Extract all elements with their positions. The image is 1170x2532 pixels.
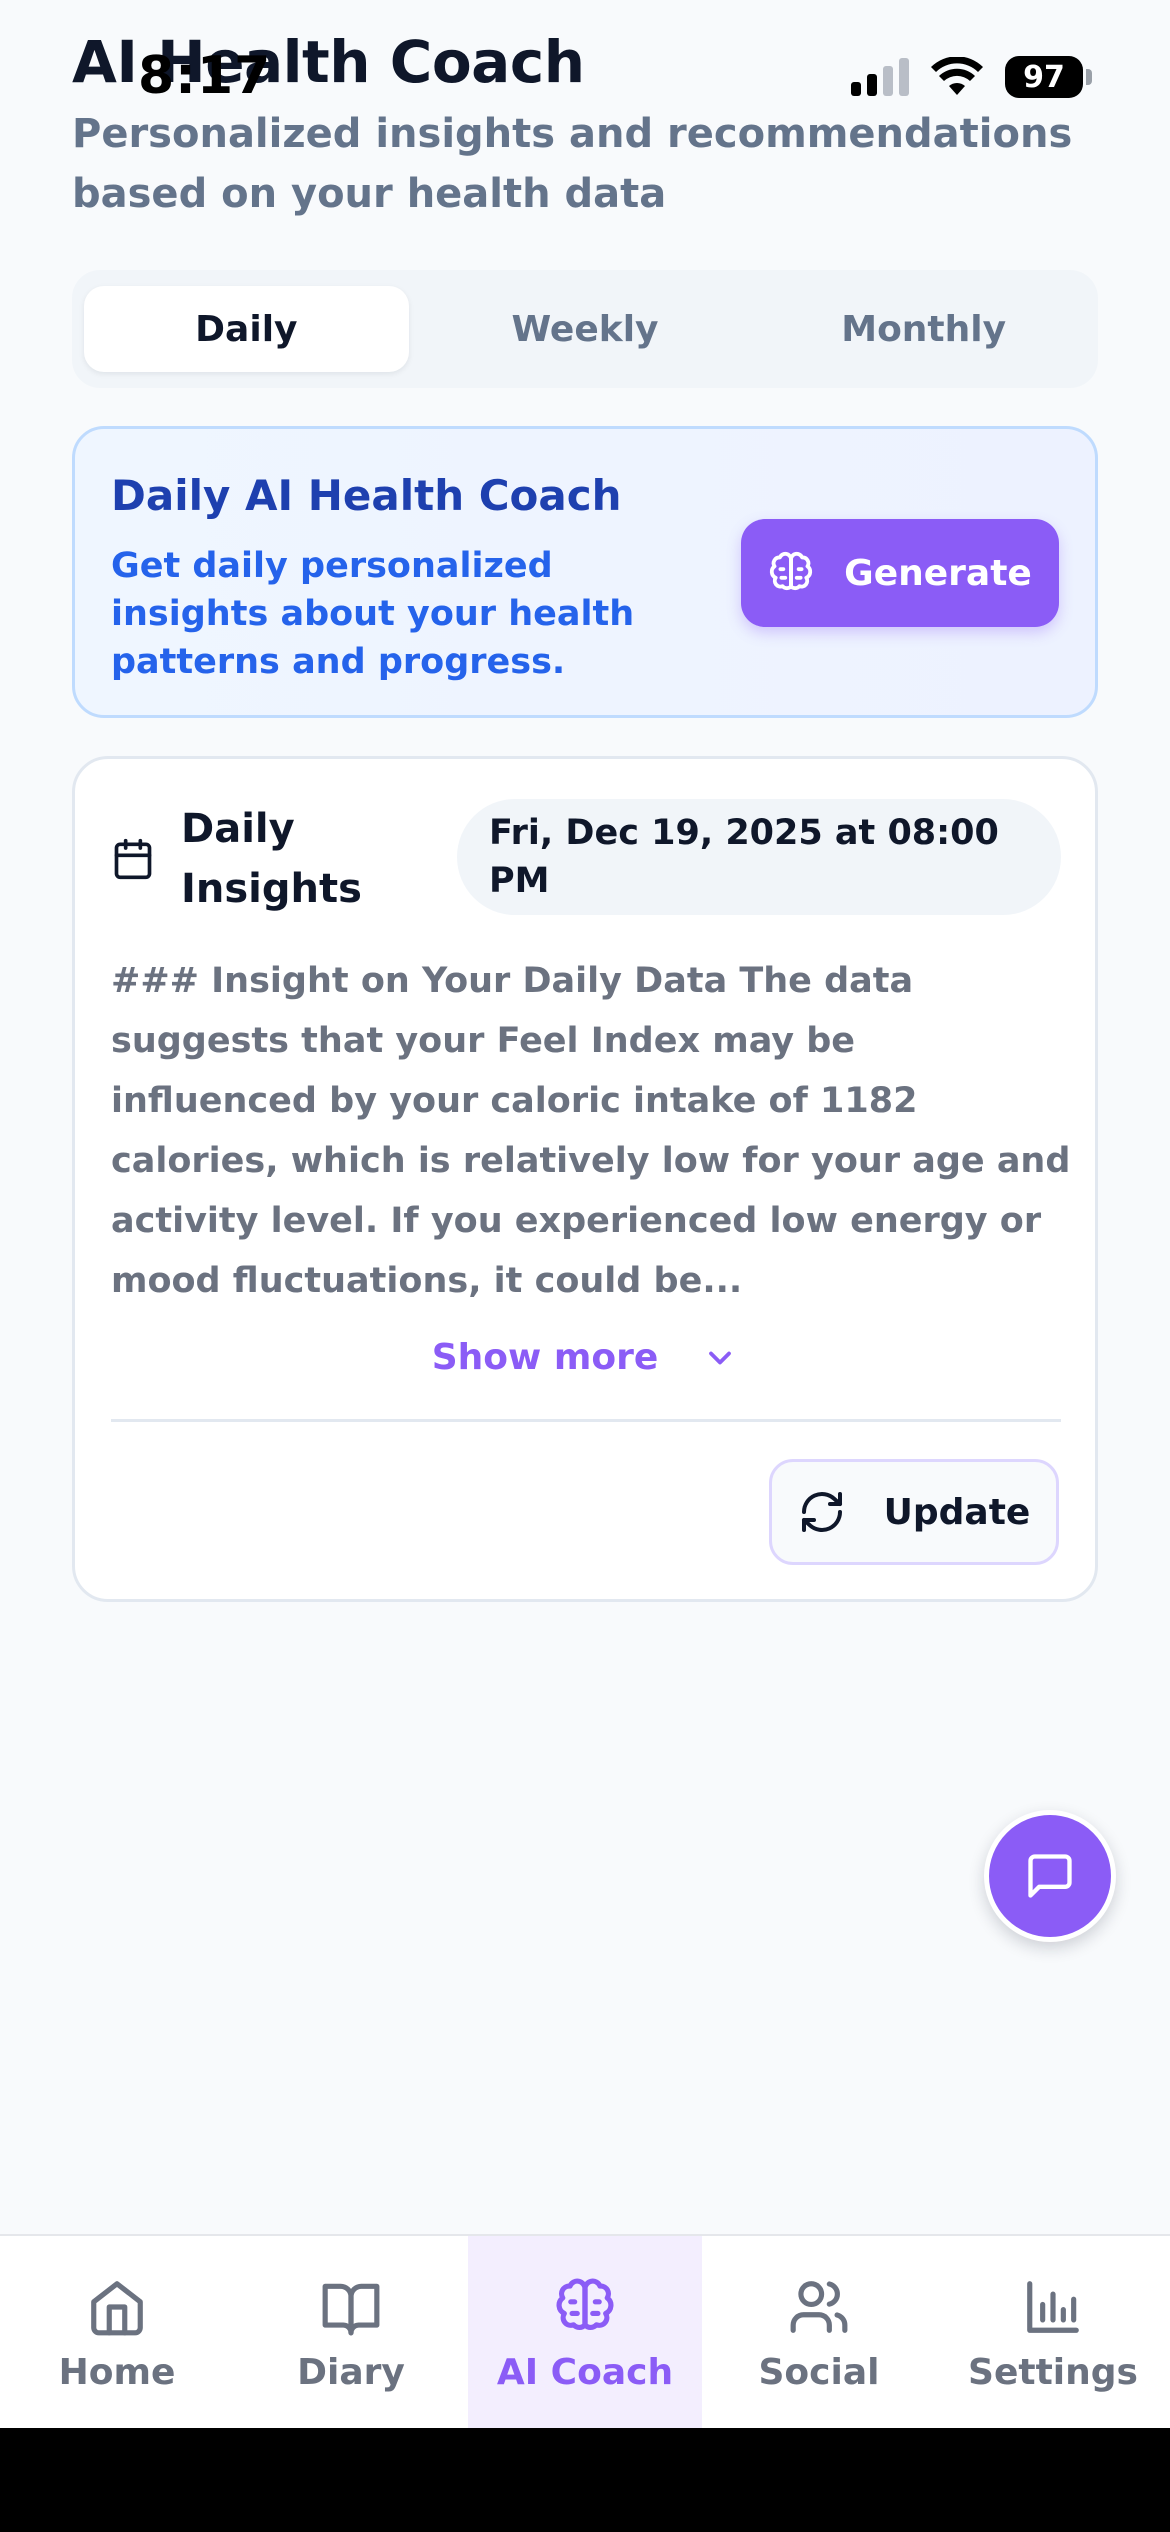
page-subtitle: Personalized insights and recommendation…	[72, 111, 1073, 217]
brain-icon	[770, 551, 813, 591]
nav-label-home: Home	[58, 2352, 176, 2393]
calendar-icon	[114, 838, 152, 880]
nav-item-diary[interactable]: Diary	[234, 2236, 468, 2430]
bar-chart-icon	[1027, 2281, 1079, 2333]
generate-button[interactable]: Generate	[741, 519, 1059, 627]
battery-level: 97	[1005, 56, 1083, 98]
brain-icon	[556, 2278, 614, 2331]
insights-date-badge: Fri, Dec 19, 2025 at 08:00 PM	[457, 799, 1061, 915]
cellular-signal-icon	[851, 58, 909, 96]
promo-text: Get daily personalized insights about yo…	[111, 546, 635, 682]
period-tabs: Daily Weekly Monthly	[72, 270, 1098, 388]
tab-monthly[interactable]: Monthly	[761, 286, 1086, 372]
nav-item-home[interactable]: Home	[0, 2236, 234, 2430]
nav-item-settings[interactable]: Settings	[936, 2236, 1170, 2430]
tab-weekly[interactable]: Weekly	[423, 286, 748, 372]
nav-item-ai-coach[interactable]: AI Coach	[468, 2236, 702, 2430]
users-icon	[790, 2281, 848, 2333]
nav-label-diary: Diary	[297, 2352, 405, 2393]
bottom-nav: Home Diary AI Coach Social Settings	[0, 2234, 1170, 2430]
nav-label-social: Social	[758, 2352, 880, 2393]
nav-item-social[interactable]: Social	[702, 2236, 936, 2430]
daily-insights-card: Daily Insights Fri, Dec 19, 2025 at 08:0…	[72, 756, 1098, 1602]
coach-promo-card: Daily AI Health Coach Get daily personal…	[72, 426, 1098, 718]
insights-title: Daily Insights	[181, 806, 362, 912]
battery-icon: 97	[1005, 56, 1092, 98]
home-indicator-area	[0, 2428, 1170, 2532]
update-button[interactable]: Update	[769, 1459, 1059, 1565]
card-divider	[111, 1419, 1061, 1422]
insights-header: Daily Insights Fri, Dec 19, 2025 at 08:0…	[111, 799, 1061, 919]
update-button-label: Update	[883, 1491, 1031, 1533]
nav-label-ai-coach: AI Coach	[496, 2352, 674, 2393]
wifi-icon	[931, 57, 983, 95]
chevron-down-icon	[709, 1351, 732, 1364]
page-title: AI Health Coach	[72, 28, 585, 96]
status-icons: 97	[851, 56, 1092, 98]
book-icon	[322, 2283, 380, 2336]
tab-daily[interactable]: Daily	[84, 286, 409, 372]
nav-label-settings: Settings	[968, 2352, 1138, 2393]
refresh-icon	[801, 1492, 842, 1532]
show-more-button[interactable]: Show more	[75, 1337, 1095, 1378]
insight-text: ### Insight on Your Daily Data The data …	[111, 961, 1071, 1301]
home-icon	[91, 2281, 143, 2336]
promo-title: Daily AI Health Coach	[111, 471, 622, 520]
message-square-icon	[1028, 1854, 1072, 1898]
chat-fab-button[interactable]	[984, 1810, 1116, 1942]
generate-button-label: Generate	[844, 552, 1032, 594]
show-more-label: Show more	[431, 1337, 659, 1378]
